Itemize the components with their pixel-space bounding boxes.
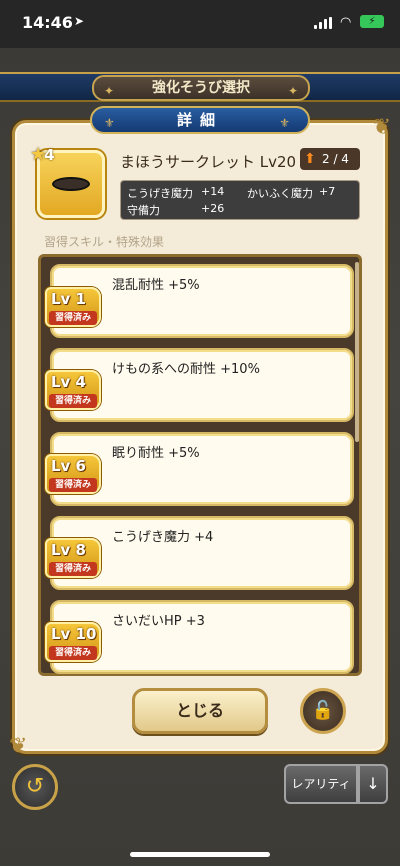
screen-title: ✦ 強化そうび選択 ✦ [92, 75, 310, 101]
acquired-badge: 習得済み [49, 311, 97, 325]
stat-value: +26 [201, 202, 225, 215]
skill-text: 眠り耐性 +5% [112, 446, 200, 461]
lock-button[interactable]: 🔓 [300, 688, 346, 734]
stat-label: 守備力 [127, 204, 160, 217]
acquired-badge: 習得済み [49, 478, 97, 492]
fleur-icon: ⚜ [279, 116, 298, 130]
level-tag: Lv 8 習得済み [45, 538, 101, 578]
sort-order-button[interactable]: ↓ [358, 764, 388, 804]
wifi-icon: ◠ [340, 15, 352, 30]
stats-box: こうげき魔力 +14 かいふく魔力 +7 守備力 +26 [120, 180, 360, 220]
dialog-title: ⚜ 詳細 ⚜ [90, 106, 310, 134]
item-name: まほうサークレット Lv20 [120, 153, 297, 171]
lock-icon: 🔓 [311, 700, 335, 721]
level-progress-badge: ⬆ 2 / 4 [300, 148, 360, 170]
skill-text: 混乱耐性 +5% [112, 278, 200, 293]
ring-icon [52, 177, 90, 191]
upgrade-arrow-icon: ⬆ [304, 151, 316, 167]
rarity-sort-button[interactable]: レアリティ [284, 764, 358, 804]
star-rank-badge: ★4 [30, 144, 55, 165]
level-tag-label: Lv 1 [51, 290, 86, 308]
location-arrow-icon: ➤ [74, 14, 85, 28]
battery-charging-icon: ⚡ [360, 15, 384, 28]
level-progress-value: 2 / 4 [322, 152, 349, 166]
ornament-icon: ✦ [287, 84, 298, 98]
level-tag: Lv 1 習得済み [45, 287, 101, 327]
back-arrow-icon: ↺ [25, 774, 45, 799]
stat-value: +14 [201, 185, 225, 198]
corner-ornament-icon: ❦ [372, 115, 391, 140]
section-label: 習得スキル・特殊効果 [44, 235, 165, 249]
level-tag: Lv 4 習得済み [45, 370, 101, 410]
skill-text: けもの系への耐性 +10% [112, 362, 260, 377]
star-rank-value: 4 [44, 146, 55, 164]
acquired-badge: 習得済み [49, 646, 97, 660]
screen-title-text: 強化そうび選択 [152, 80, 250, 96]
close-button[interactable]: とじる [132, 688, 268, 734]
fleur-icon: ⚜ [104, 116, 123, 130]
skill-text: さいだいHP +3 [112, 614, 205, 629]
home-indicator[interactable] [130, 852, 270, 857]
acquired-badge: 習得済み [49, 562, 97, 576]
level-tag-label: Lv 6 [51, 457, 86, 475]
status-bar: 14:46 ➤ ◠ ⚡ [0, 0, 400, 48]
corner-ornament-icon: ❦ [9, 734, 28, 759]
down-arrow-icon: ↓ [366, 774, 380, 793]
acquired-badge: 習得済み [49, 394, 97, 408]
ornament-icon: ✦ [104, 84, 115, 98]
level-tag-label: Lv 10 [51, 625, 97, 643]
dialog-title-text: 詳細 [176, 111, 223, 129]
level-tag-label: Lv 4 [51, 373, 86, 391]
skill-text: こうげき魔力 +4 [112, 530, 214, 545]
level-tag: Lv 6 習得済み [45, 454, 101, 494]
status-time: 14:46 [22, 13, 73, 32]
stat-value: +7 [319, 185, 336, 198]
level-tag-label: Lv 8 [51, 541, 86, 559]
back-button[interactable]: ↺ [12, 764, 58, 810]
stat-label: こうげき魔力 [127, 187, 193, 200]
scrollbar[interactable] [355, 262, 359, 442]
cellular-signal-icon [314, 17, 332, 29]
level-tag: Lv 10 習得済み [45, 622, 101, 662]
stat-label: かいふく魔力 [247, 187, 313, 200]
